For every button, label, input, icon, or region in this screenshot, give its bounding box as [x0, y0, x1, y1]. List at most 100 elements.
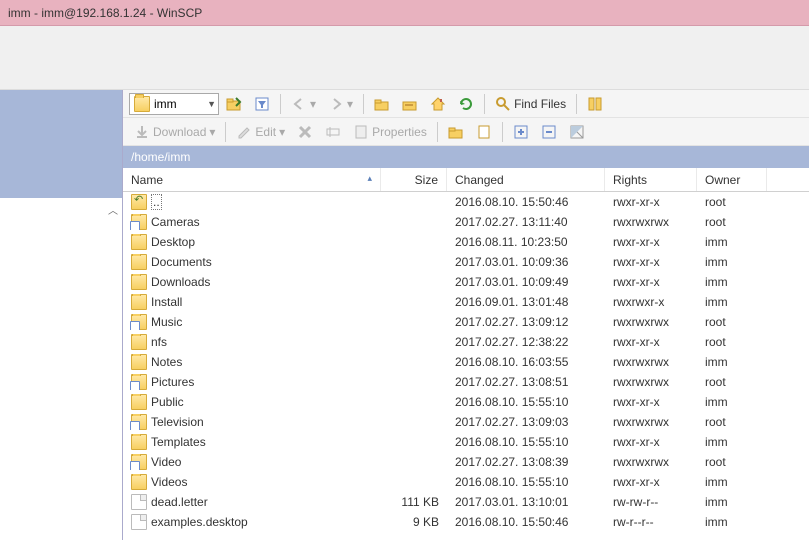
root-dir-button[interactable]: [397, 93, 423, 115]
rename-button[interactable]: [320, 121, 346, 143]
table-row[interactable]: Videos2016.08.10. 15:55:10rwxr-xr-ximm: [123, 472, 809, 492]
file-rights: rwxrwxrwx: [605, 355, 697, 369]
folder-icon: [131, 354, 147, 370]
new-folder-button[interactable]: [443, 121, 469, 143]
open-dir-button[interactable]: [221, 93, 247, 115]
delete-button[interactable]: [292, 121, 318, 143]
table-row[interactable]: Templates2016.08.10. 15:55:10rwxr-xr-xim…: [123, 432, 809, 452]
file-rights: rwxr-xr-x: [605, 435, 697, 449]
folder-icon: [131, 274, 147, 290]
file-owner: imm: [697, 435, 767, 449]
file-owner: root: [697, 335, 767, 349]
file-owner: imm: [697, 355, 767, 369]
file-name: Music: [151, 315, 182, 329]
table-row[interactable]: Desktop2016.08.11. 10:23:50rwxr-xr-ximm: [123, 232, 809, 252]
table-row[interactable]: Music2017.02.27. 13:09:12rwxrwxrwxroot: [123, 312, 809, 332]
table-row[interactable]: Documents2017.03.01. 10:09:36rwxr-xr-xim…: [123, 252, 809, 272]
file-changed: 2017.02.27. 13:09:03: [447, 415, 605, 429]
folder-icon: [131, 474, 147, 490]
table-row[interactable]: Public2016.08.10. 15:55:10rwxr-xr-ximm: [123, 392, 809, 412]
upper-toolbar-region: [0, 26, 809, 90]
file-owner: root: [697, 315, 767, 329]
file-name: Videos: [151, 475, 187, 489]
file-name: Video: [151, 455, 181, 469]
table-row[interactable]: nfs2017.02.27. 12:38:22rwxr-xr-xroot: [123, 332, 809, 352]
table-row[interactable]: Cameras2017.02.27. 13:11:40rwxrwxrwxroot: [123, 212, 809, 232]
file-name: Television: [151, 415, 204, 429]
file-owner: root: [697, 195, 767, 209]
file-rights: rwxr-xr-x: [605, 255, 697, 269]
parent-dir-icon: [131, 194, 147, 210]
file-changed: 2017.03.01. 13:10:01: [447, 495, 605, 509]
file-changed: 2016.08.10. 15:55:10: [447, 395, 605, 409]
path-bar[interactable]: /home/imm: [123, 146, 809, 168]
file-changed: 2016.08.11. 10:23:50: [447, 235, 605, 249]
table-row[interactable]: Television2017.02.27. 13:09:03rwxrwxrwxr…: [123, 412, 809, 432]
back-button[interactable]: ▾: [286, 93, 321, 115]
directory-combo[interactable]: imm ▼: [129, 93, 219, 115]
download-button[interactable]: Download▾: [129, 121, 220, 143]
find-files-button[interactable]: Find Files: [490, 93, 571, 115]
file-changed: 2016.08.10. 15:50:46: [447, 195, 605, 209]
table-row[interactable]: examples.desktop9 KB2016.08.10. 15:50:46…: [123, 512, 809, 532]
scroll-up-icon[interactable]: ︿: [0, 198, 122, 217]
header-name[interactable]: Name: [123, 168, 381, 191]
file-changed: 2017.02.27. 13:11:40: [447, 215, 605, 229]
file-rights: rwxr-xr-x: [605, 235, 697, 249]
table-row[interactable]: Notes 2016.08.10. 16:03:55rwxrwxrwximm: [123, 352, 809, 372]
file-changed: 2017.02.27. 13:08:51: [447, 375, 605, 389]
file-rights: rwxr-xr-x: [605, 475, 697, 489]
folder-icon: [131, 254, 147, 270]
edit-button[interactable]: Edit▾: [231, 121, 290, 143]
file-changed: 2016.08.10. 15:55:10: [447, 435, 605, 449]
table-row[interactable]: Video2017.02.27. 13:08:39rwxrwxrwxroot: [123, 452, 809, 472]
file-changed: 2017.02.27. 12:38:22: [447, 335, 605, 349]
invert-selection-button[interactable]: [564, 121, 590, 143]
local-panel-header: [0, 90, 122, 198]
table-row[interactable]: Install2016.09.01. 13:01:48rwxrwxr-ximm: [123, 292, 809, 312]
folder-icon: [131, 294, 147, 310]
table-row[interactable]: dead.letter111 KB2017.03.01. 13:10:01rw-…: [123, 492, 809, 512]
properties-button[interactable]: Properties: [348, 121, 432, 143]
file-rights: rwxrwxrwx: [605, 375, 697, 389]
folder-link-icon: [131, 414, 147, 430]
home-button[interactable]: [425, 93, 451, 115]
file-size: 9 KB: [381, 515, 447, 529]
filter-button[interactable]: [249, 93, 275, 115]
file-owner: root: [697, 455, 767, 469]
file-owner: imm: [697, 275, 767, 289]
folder-icon: [131, 334, 147, 350]
folder-link-icon: [131, 214, 147, 230]
folder-icon: [134, 96, 150, 112]
folder-icon: [131, 434, 147, 450]
file-owner: imm: [697, 235, 767, 249]
header-changed[interactable]: Changed: [447, 168, 605, 191]
header-rights[interactable]: Rights: [605, 168, 697, 191]
table-row[interactable]: ..2016.08.10. 15:50:46rwxr-xr-xroot: [123, 192, 809, 212]
header-owner[interactable]: Owner: [697, 168, 767, 191]
select-all-button[interactable]: [508, 121, 534, 143]
parent-dir-button[interactable]: [369, 93, 395, 115]
file-owner: imm: [697, 395, 767, 409]
file-name: Install: [151, 295, 182, 309]
file-owner: root: [697, 215, 767, 229]
new-file-button[interactable]: [471, 121, 497, 143]
table-row[interactable]: Pictures2017.02.27. 13:08:51rwxrwxrwxroo…: [123, 372, 809, 392]
file-rights: rwxr-xr-x: [605, 395, 697, 409]
file-owner: imm: [697, 255, 767, 269]
file-rights: rwxrwxrwx: [605, 315, 697, 329]
unselect-all-button[interactable]: [536, 121, 562, 143]
file-changed: 2016.08.10. 15:55:10: [447, 475, 605, 489]
file-name: Cameras: [151, 215, 200, 229]
file-changed: 2016.08.10. 16:03:55: [447, 355, 605, 369]
sync-browse-button[interactable]: [582, 93, 608, 115]
file-size: 111 KB: [381, 495, 447, 509]
file-listview[interactable]: Name Size Changed Rights Owner ..2016.08…: [123, 168, 809, 540]
table-row[interactable]: Downloads2017.03.01. 10:09:49rwxr-xr-xim…: [123, 272, 809, 292]
refresh-button[interactable]: [453, 93, 479, 115]
chevron-down-icon: ▼: [207, 99, 216, 109]
forward-button[interactable]: ▾: [323, 93, 358, 115]
header-size[interactable]: Size: [381, 168, 447, 191]
file-name: Notes: [151, 355, 182, 369]
file-name: examples.desktop: [151, 515, 248, 529]
